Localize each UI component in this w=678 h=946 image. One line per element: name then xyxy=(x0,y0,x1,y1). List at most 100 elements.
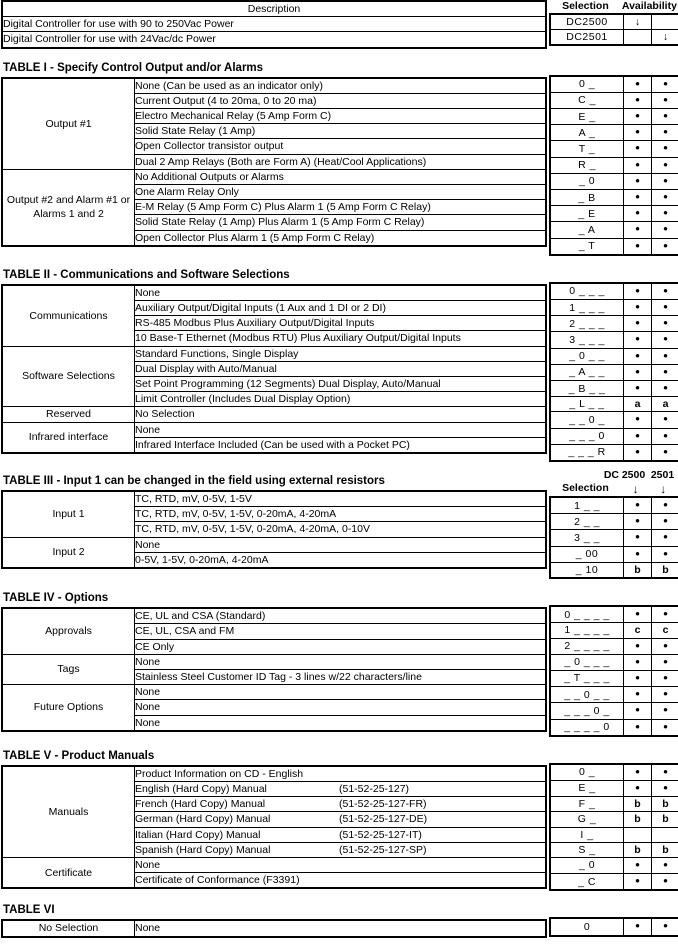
tables-root: TABLE I - Specify Control Output and/or … xyxy=(1,49,678,938)
category-label: No Selection xyxy=(1,919,135,938)
availability-2500: ↓ xyxy=(623,13,652,31)
option-description: No Selection xyxy=(134,406,547,423)
availability-2500 xyxy=(623,238,652,256)
availability-2501 xyxy=(651,763,678,781)
table-row: Software Selections Standard Functions, S… xyxy=(1,345,547,408)
availability-dot xyxy=(635,208,640,220)
availability-dot xyxy=(635,431,640,443)
availability-dot xyxy=(663,516,668,528)
option-description: Product Information on CD - English xyxy=(134,765,547,782)
availability-2500 xyxy=(623,686,652,704)
availability-dot xyxy=(635,318,640,330)
selection-table: 0 _E _F _bbG _bbI _S _bb_ 0_ C xyxy=(549,744,678,892)
table-row: 1 _ _ _ xyxy=(549,299,678,317)
availability-2500 xyxy=(623,108,652,126)
availability-dot xyxy=(663,414,668,426)
availability-2500 xyxy=(623,827,652,843)
selection-code: 2 _ _ _ _ xyxy=(549,638,624,655)
availability-dot xyxy=(663,224,668,236)
option-description: Auxiliary Output/Digital Inputs (1 Aux a… xyxy=(134,300,547,317)
table-row: Certificate None xyxy=(1,856,547,889)
availability-2501 xyxy=(651,496,678,515)
availability-2500 xyxy=(623,364,652,382)
availability-dot xyxy=(663,860,668,872)
selection-code: S _ xyxy=(549,842,624,858)
selection-table: 0 xyxy=(549,898,678,937)
selection-code: _ _ _ 0 _ xyxy=(549,702,624,720)
table-row: _ A xyxy=(549,221,678,239)
availability-dot xyxy=(663,767,668,779)
availability-2501 xyxy=(651,444,678,462)
availability-2501 xyxy=(651,347,678,365)
availability-dot xyxy=(635,767,640,779)
selection-code: _ A _ _ xyxy=(549,364,624,382)
table-block: TABLE VI No Selection None 0 xyxy=(1,898,678,938)
availability-dot xyxy=(663,783,668,795)
option-description: None xyxy=(134,536,547,553)
availability-2501 xyxy=(651,917,678,937)
availability-dot xyxy=(635,876,640,888)
description-table: TABLE III - Input 1 can be changed in th… xyxy=(1,469,547,570)
selection-code: _ B xyxy=(549,189,624,207)
availability-2501 xyxy=(651,282,678,301)
availability-dot xyxy=(663,286,668,298)
availability-2500: b xyxy=(623,811,652,828)
category-label: Tags xyxy=(1,653,135,686)
availability-2500 xyxy=(623,299,652,317)
availability-dot xyxy=(663,127,668,139)
availability-2500 xyxy=(623,873,652,891)
availability-2501 xyxy=(651,315,678,333)
manual-name: Italian (Hard Copy) Manual xyxy=(135,828,261,841)
table-row: Digital Controller for use with 24Vac/dc… xyxy=(1,31,547,49)
availability-2501: b xyxy=(651,811,678,828)
availability-dot xyxy=(663,143,668,155)
table-row: 0 _ xyxy=(549,763,678,781)
part-number: (51-52-25-127) xyxy=(339,782,410,795)
availability-2500 xyxy=(623,92,652,110)
availability-2501 xyxy=(651,238,678,256)
availability-dot xyxy=(635,176,640,188)
option-description: Stainless Steel Customer ID Tag - 3 line… xyxy=(134,669,547,686)
availability-dot xyxy=(663,657,668,669)
option-description: Current Output (4 to 20ma, 0 to 20 ma) xyxy=(134,93,547,110)
availability-dot xyxy=(663,192,668,204)
description-table: TABLE I - Specify Control Output and/or … xyxy=(1,56,547,247)
table-row: _ 0 xyxy=(549,856,678,875)
availability-footnote: c xyxy=(662,624,669,637)
table-row: _ 00 xyxy=(549,545,678,563)
table-header-row: Description xyxy=(1,0,547,18)
category-label: Future Options xyxy=(1,684,135,732)
availability-dot xyxy=(663,95,668,107)
model-2500-label: 2500 xyxy=(621,469,646,482)
availability-2501 xyxy=(651,411,678,429)
availability-dot xyxy=(635,532,640,544)
availability-dot xyxy=(635,689,640,701)
availability-dot xyxy=(663,383,668,395)
selection-code: _ A xyxy=(549,221,624,239)
table-block: TABLE II - Communications and Software S… xyxy=(1,263,678,463)
category-label: Input 2 xyxy=(1,536,135,569)
availability-2500 xyxy=(623,496,652,515)
selection-code: _ 0 xyxy=(549,856,624,875)
table-row: Manuals Product Information on CD - Engli… xyxy=(1,765,547,858)
selection-code: _ 0 _ _ _ xyxy=(549,653,624,671)
availability-2501 xyxy=(651,108,678,126)
availability-2500 xyxy=(623,157,652,174)
category-label: Software Selections xyxy=(1,345,135,408)
table-row: Future Options None xyxy=(1,684,547,732)
availability-2501: ↓ xyxy=(651,29,678,46)
header-selection-block: Selection Availability DC2500 ↓ DC2501 ↓ xyxy=(549,0,678,47)
selection-code: 0 xyxy=(549,917,624,937)
table-row: Reserved No Selection xyxy=(1,406,547,423)
option-description: None xyxy=(134,714,547,732)
option-description: None xyxy=(134,699,547,716)
table-row: Approvals CE, UL and CSA (Standard) xyxy=(1,607,547,655)
table-row: _ _ 0 _ xyxy=(549,411,678,429)
table-row: G _ b b xyxy=(549,811,678,828)
availability-dot xyxy=(663,609,668,621)
